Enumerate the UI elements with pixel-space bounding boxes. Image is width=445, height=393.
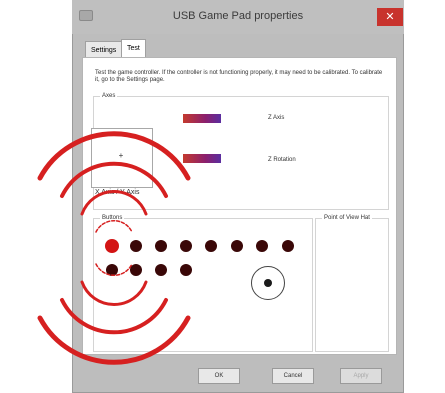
press-ripple-overlay	[37, 131, 191, 365]
